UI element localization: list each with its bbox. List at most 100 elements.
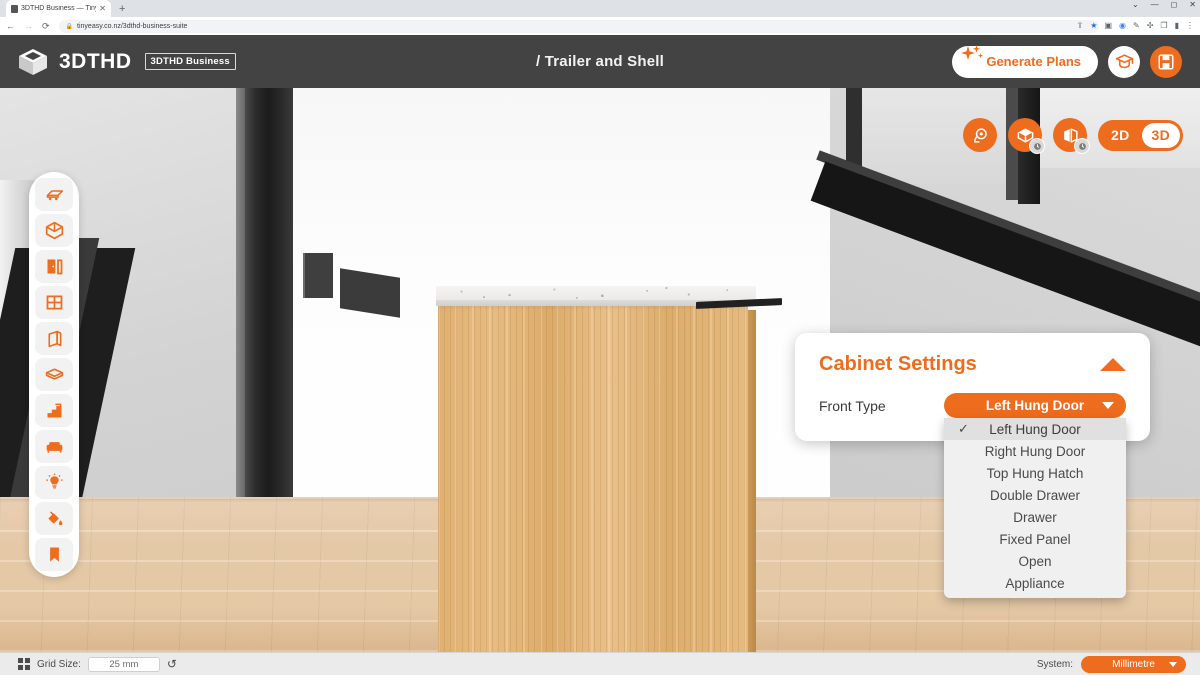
- floor-slab-icon: [45, 368, 63, 380]
- unit-system-label: System:: [1036, 658, 1073, 670]
- cabinet-model[interactable]: [436, 286, 782, 652]
- front-type-select-wrap: Left Hung Door ✓ Left Hung Door Right Hu…: [944, 393, 1126, 598]
- clock-badge-icon: [1033, 142, 1041, 150]
- dropdown-option[interactable]: Double Drawer: [944, 484, 1126, 506]
- share-icon[interactable]: ⇪: [1077, 22, 1084, 30]
- sidebar-item-window[interactable]: [35, 286, 73, 319]
- caret-down-icon: [1102, 402, 1114, 409]
- browser-tabstrip: 3DTHD Business — Tiny Easy - T ✕ + ⌄ — ◻…: [0, 0, 1200, 17]
- dropdown-option[interactable]: Appliance: [944, 572, 1126, 594]
- sidebar-item-stairs[interactable]: [35, 394, 73, 427]
- dropdown-option-label: Fixed Panel: [999, 531, 1071, 547]
- new-tab-button[interactable]: +: [119, 3, 125, 15]
- browser-toolbar-icons: ⇪ ★ ▣ ◉ ✎ ✣ ❐ ▮ ⋮: [1077, 22, 1194, 30]
- window-icon: [46, 295, 62, 310]
- sidebar-item-trailer[interactable]: [35, 178, 73, 211]
- dropdown-option-label: Right Hung Door: [984, 443, 1086, 459]
- back-icon[interactable]: ←: [6, 21, 15, 31]
- front-type-dropdown: ✓ Left Hung Door Right Hung Door Top Hun…: [944, 418, 1126, 598]
- dropdown-option[interactable]: Drawer: [944, 506, 1126, 528]
- learn-button[interactable]: [1108, 45, 1140, 78]
- dropdown-option-label: Double Drawer: [989, 487, 1081, 503]
- trailer-icon: [46, 190, 63, 201]
- stairs-icon: [47, 403, 61, 418]
- brand-logo[interactable]: 3DTHD 3DTHD Business: [18, 48, 236, 76]
- cabinet-door-front[interactable]: [438, 306, 748, 652]
- sidebar-item-furniture[interactable]: [35, 430, 73, 463]
- panel-header: Cabinet Settings: [819, 353, 1126, 376]
- address-bar[interactable]: 🔒 tinyeasy.co.nz/3dthd-business-suite: [58, 19, 1099, 33]
- front-type-label: Front Type: [819, 397, 886, 414]
- brand-badge: 3DTHD Business: [144, 53, 236, 70]
- lightbulb-icon: [45, 473, 63, 489]
- unit-system-group: System: Millimetre: [1036, 655, 1186, 673]
- menu-icon[interactable]: ⋮: [1186, 22, 1194, 30]
- maximize-icon[interactable]: ◻: [1171, 1, 1178, 9]
- header-actions: Generate Plans: [952, 44, 1182, 78]
- grid-size-input[interactable]: 25 mm: [87, 656, 160, 672]
- generate-plans-button[interactable]: Generate Plans: [952, 44, 1098, 78]
- sidepanel-icon[interactable]: ❐: [1160, 22, 1167, 30]
- door-icon: [47, 259, 62, 275]
- window-chevron-icon[interactable]: ⌄: [1132, 1, 1139, 9]
- unit-system-value: Millimetre: [1112, 658, 1155, 670]
- dropdown-option[interactable]: Fixed Panel: [944, 528, 1126, 550]
- shell-cube-icon: [45, 221, 63, 240]
- viewport-controls: 2D 3D: [963, 118, 1183, 154]
- minimize-icon[interactable]: —: [1151, 1, 1159, 9]
- save-disk-icon: [1158, 54, 1174, 69]
- collapse-up-triangle-icon[interactable]: [1100, 358, 1126, 371]
- cube-logo-icon: [19, 48, 47, 75]
- extension-blue-icon[interactable]: ◉: [1119, 22, 1126, 30]
- dropdown-option-label: Appliance: [1005, 575, 1065, 591]
- close-window-icon[interactable]: ✕: [1189, 1, 1196, 9]
- save-button[interactable]: [1150, 45, 1182, 78]
- dropdown-option-label: Open: [1018, 553, 1052, 569]
- front-type-select[interactable]: Left Hung Door: [944, 393, 1126, 418]
- toggle-option-2d[interactable]: 2D: [1101, 123, 1140, 148]
- dimension-toggle[interactable]: 2D 3D: [1098, 119, 1183, 151]
- forward-icon[interactable]: →: [24, 21, 33, 31]
- panel-title: Cabinet Settings: [819, 353, 977, 375]
- status-bar: Grid Size: 25 mm ↺ System: Millimetre: [0, 652, 1200, 675]
- sidebar-item-lighting[interactable]: [35, 466, 73, 499]
- explode-view-button[interactable]: [1053, 118, 1090, 154]
- dropdown-option[interactable]: Open: [944, 550, 1126, 572]
- browser-tab[interactable]: 3DTHD Business — Tiny Easy - T ✕: [6, 0, 111, 17]
- dropdown-option-label: Drawer: [1013, 509, 1057, 525]
- reset-grid-icon[interactable]: ↺: [167, 658, 177, 670]
- sidebar-item-materials[interactable]: [35, 502, 73, 535]
- puzzle-icon[interactable]: ✣: [1147, 22, 1154, 30]
- close-icon[interactable]: ✕: [99, 4, 106, 13]
- tool-sidebar: [29, 172, 79, 577]
- grid-icon: [18, 658, 30, 670]
- 3d-viewport[interactable]: 2D 3D Cabinet Settings Front Type Left H…: [0, 88, 1200, 652]
- clock-badge-icon: [1078, 142, 1086, 150]
- dropdown-option[interactable]: Right Hung Door: [944, 440, 1126, 462]
- profile-icon[interactable]: ▮: [1175, 22, 1179, 30]
- dropdown-option[interactable]: Top Hung Hatch: [944, 462, 1126, 484]
- sidebar-item-floor[interactable]: [35, 358, 73, 391]
- sidebar-item-wall[interactable]: [35, 322, 73, 355]
- window-controls: ⌄ — ◻ ✕: [1132, 1, 1196, 9]
- camera-icon[interactable]: ▣: [1104, 22, 1112, 30]
- url-text: tinyeasy.co.nz/3dthd-business-suite: [77, 22, 188, 30]
- sidebar-item-bookmarks[interactable]: [35, 538, 73, 571]
- front-type-field: Front Type Left Hung Door ✓ Left Hung Do…: [819, 393, 1126, 598]
- app-header: 3DTHD 3DTHD Business / Trailer and Shell…: [0, 35, 1200, 88]
- brand-name: 3DTHD: [59, 49, 132, 73]
- wall-panel-icon: [47, 330, 61, 348]
- cabinet-side-panel: [748, 310, 756, 652]
- reload-icon[interactable]: ⟳: [42, 21, 50, 31]
- browser-toolbar: ← → ⟳ 🔒 tinyeasy.co.nz/3dthd-business-su…: [0, 17, 1200, 35]
- section-view-button[interactable]: [1008, 118, 1045, 154]
- sidebar-item-door[interactable]: [35, 250, 73, 283]
- toggle-option-3d[interactable]: 3D: [1141, 122, 1180, 148]
- eyedropper-icon[interactable]: ✎: [1133, 22, 1140, 30]
- sidebar-item-shell[interactable]: [35, 214, 73, 247]
- dropdown-option[interactable]: ✓ Left Hung Door: [944, 418, 1126, 440]
- star-icon[interactable]: ★: [1090, 22, 1097, 30]
- unit-system-select[interactable]: Millimetre: [1081, 655, 1186, 673]
- sparkle-icon: [961, 44, 984, 60]
- measure-button[interactable]: [963, 118, 997, 152]
